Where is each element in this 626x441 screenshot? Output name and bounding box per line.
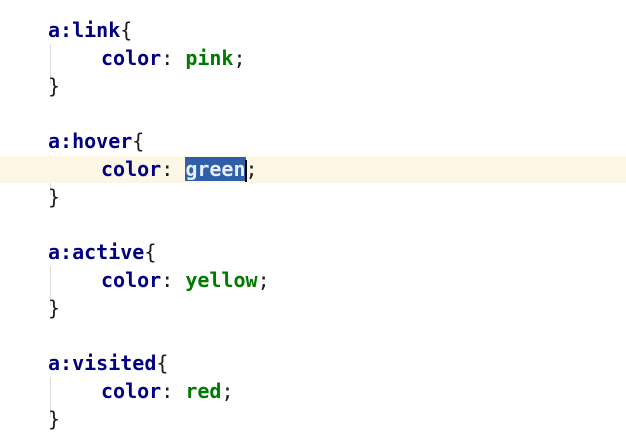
colon: :	[161, 157, 174, 181]
css-property[interactable]: color	[101, 268, 161, 292]
css-selector[interactable]: a:link	[48, 18, 120, 42]
code-line[interactable]: }	[0, 73, 626, 100]
open-brace: {	[144, 240, 157, 264]
code-line[interactable]: a:active{	[0, 239, 626, 266]
colon: :	[161, 268, 174, 292]
colon: :	[161, 46, 174, 70]
css-property[interactable]: color	[101, 157, 161, 181]
code-line[interactable]: color: yellow;	[0, 267, 626, 294]
close-brace: }	[48, 185, 61, 209]
selected-css-value[interactable]: green	[185, 157, 246, 181]
code-line[interactable]: }	[0, 184, 626, 211]
open-brace: {	[120, 18, 133, 42]
css-property[interactable]: color	[101, 46, 161, 70]
code-line[interactable]: }	[0, 295, 626, 322]
css-value[interactable]: yellow	[185, 268, 257, 292]
code-line[interactable]: a:link{	[0, 17, 626, 44]
css-property[interactable]: color	[101, 379, 161, 403]
code-line[interactable]: a:hover{	[0, 128, 626, 155]
current-code-line[interactable]: color: green;	[0, 156, 626, 183]
close-brace: }	[48, 407, 61, 431]
code-line[interactable]: a:visited{	[0, 350, 626, 377]
css-value[interactable]: red	[185, 379, 221, 403]
close-brace: }	[48, 74, 61, 98]
code-line[interactable]: color: red;	[0, 378, 626, 405]
css-value[interactable]: pink	[185, 46, 233, 70]
css-selector[interactable]: a:hover	[48, 129, 132, 153]
css-selector[interactable]: a:active	[48, 240, 144, 264]
colon: :	[161, 379, 174, 403]
semicolon: ;	[257, 268, 270, 292]
open-brace: {	[156, 351, 169, 375]
semicolon: ;	[233, 46, 246, 70]
open-brace: {	[132, 129, 145, 153]
code-line[interactable]: color: pink;	[0, 45, 626, 72]
semicolon: ;	[245, 157, 258, 181]
code-editor[interactable]: a:link{ color: pink; } a:hover{ color: g…	[0, 0, 626, 441]
semicolon: ;	[221, 379, 234, 403]
css-selector[interactable]: a:visited	[48, 351, 156, 375]
close-brace: }	[48, 296, 61, 320]
code-line[interactable]: }	[0, 406, 626, 433]
